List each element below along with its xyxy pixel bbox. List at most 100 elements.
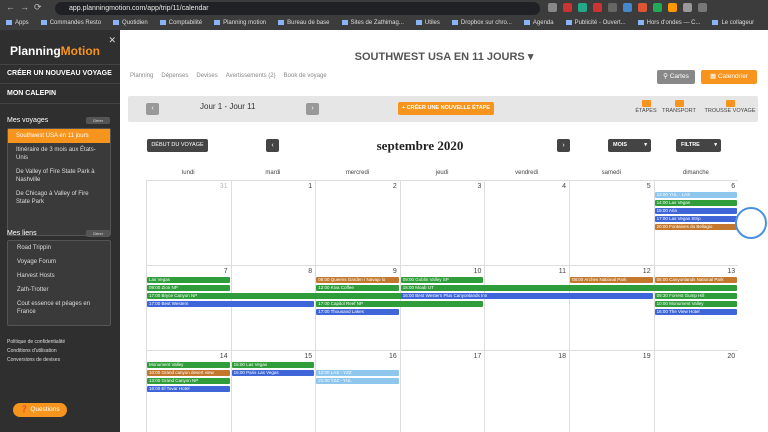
trip-item[interactable]: Itinéraire de 3 mois aux États-Unis bbox=[8, 143, 110, 165]
link-item[interactable]: Zath-Trotter bbox=[8, 283, 110, 297]
calendar-event[interactable]: 20:00 Fontaines du Bellagio bbox=[654, 224, 738, 230]
browser-chrome: ← → ⟳ app.planningmotion.com/app/trip/11… bbox=[0, 0, 768, 30]
calendar-event[interactable]: 08:00 Queens Garden / Navajo lo bbox=[316, 277, 399, 283]
reload-icon[interactable]: ⟳ bbox=[34, 2, 42, 13]
day-cell[interactable]: 11 bbox=[484, 265, 569, 350]
bookmark[interactable]: Commandes Resto bbox=[41, 20, 101, 27]
filter-select[interactable]: FILTRE ▾ bbox=[676, 139, 721, 152]
calendar-event[interactable]: 16:00 Paris Las Vegas bbox=[231, 370, 315, 376]
calendar-event[interactable]: Las Vegas bbox=[147, 277, 230, 283]
trip-item[interactable]: De Valley of Fire State Park à Nashville bbox=[8, 165, 110, 187]
link-item[interactable]: Voyage Forum bbox=[8, 255, 110, 269]
calendar-event[interactable]: 09:00 Zion NP bbox=[147, 285, 230, 291]
bookmark[interactable]: Planning motion bbox=[214, 20, 266, 27]
next-days-button[interactable]: › bbox=[306, 103, 319, 115]
day-cell[interactable]: 8 bbox=[230, 265, 316, 350]
url-bar[interactable]: app.planningmotion.com/app/trip/11/calen… bbox=[55, 2, 540, 15]
calendar-event[interactable]: 16:00 Best Western Plus Canyonlands Inn bbox=[400, 293, 653, 299]
day-cell[interactable]: 16 bbox=[315, 350, 400, 432]
day-cell[interactable]: 20 bbox=[653, 350, 739, 432]
back-icon[interactable]: ← bbox=[6, 2, 15, 12]
questions-button[interactable]: ❓ Questions bbox=[13, 403, 67, 417]
currency-link[interactable]: Conversions de devises bbox=[7, 357, 60, 363]
day-cell[interactable]: 17 bbox=[399, 350, 485, 432]
calendar-event[interactable]: 17:00 Thousand Lakes bbox=[316, 309, 399, 315]
link-item[interactable]: Cout essence et péages en France bbox=[8, 297, 110, 319]
trip-item[interactable]: De Chicago à Valley of Fire State Park bbox=[8, 187, 110, 209]
calendar-event[interactable]: 17:00 Capitol Reef NP bbox=[316, 301, 484, 307]
tab-depenses[interactable]: Dépenses bbox=[161, 73, 188, 79]
calendar-event[interactable]: 12:00 Kiva Coffee bbox=[316, 285, 399, 291]
calepin-link[interactable]: MON CALEPIN bbox=[7, 90, 56, 97]
day-cell[interactable]: 5 bbox=[569, 180, 654, 265]
day-cell[interactable]: 19 bbox=[569, 350, 654, 432]
calendar-event[interactable]: 21:00 YZZ - YUL bbox=[316, 378, 399, 384]
calendar-event[interactable]: 15:00 Moab UT bbox=[400, 285, 738, 291]
day-number: 13 bbox=[727, 268, 736, 275]
calendar-event[interactable]: 14:00 Las Vegas bbox=[654, 200, 738, 206]
create-trip-link[interactable]: CRÉER UN NOUVEAU VOYAGE bbox=[7, 70, 112, 77]
bookmark[interactable]: Apps bbox=[6, 20, 29, 27]
tab-planning[interactable]: Planning bbox=[130, 73, 153, 79]
day-cell[interactable]: 2 bbox=[315, 180, 400, 265]
calendar-event[interactable]: 16:00 The View Hotel bbox=[654, 309, 738, 315]
calendar-event[interactable]: 17:00 Best Western bbox=[147, 301, 315, 307]
view-select[interactable]: MOIS ▾ bbox=[608, 139, 651, 152]
calendar-event[interactable]: 09:00 Goblin Valley SP bbox=[400, 277, 484, 283]
tool-transport[interactable]: TRANSPORT bbox=[658, 99, 700, 119]
maps-button[interactable]: ⚲ Cartes bbox=[657, 70, 695, 84]
trip-item[interactable]: Southwest USA en 11 jours bbox=[8, 129, 110, 143]
day-cell[interactable]: 1 bbox=[230, 180, 316, 265]
tab-avertissements[interactable]: Avertissements (2) bbox=[226, 73, 276, 79]
calendar-event[interactable]: 12:00 LAS - YZZ bbox=[316, 370, 399, 376]
bookmark[interactable]: Utiles bbox=[416, 20, 440, 27]
calendar-event[interactable]: Monument Valley bbox=[147, 362, 230, 368]
manage-trips-button[interactable]: Gérer bbox=[86, 117, 110, 124]
calendar-event[interactable]: 12:00 YUL - LAS bbox=[654, 192, 738, 198]
bookmark[interactable]: Hors d'ondes — C... bbox=[638, 20, 701, 27]
calendar-event[interactable]: 08:00 Arches National Park bbox=[570, 277, 653, 283]
trip-tabs: Planning Dépenses Devises Avertissements… bbox=[130, 73, 327, 79]
bookmarks-bar: Apps Commandes Resto Quotidien Comptabilité… bbox=[0, 17, 768, 30]
weekday-header: mardi bbox=[265, 170, 281, 176]
tab-devises[interactable]: Devises bbox=[196, 73, 217, 79]
calendar-event[interactable]: 17:00 Las Vegas Strip bbox=[654, 216, 738, 222]
trip-start-button[interactable]: DÉBUT DU VOYAGE bbox=[147, 139, 208, 152]
bookmark[interactable]: Publicité - Ouvert... bbox=[566, 20, 626, 27]
day-cell[interactable]: 31 bbox=[146, 180, 231, 265]
close-icon[interactable]: ✕ bbox=[108, 35, 116, 46]
bookmark[interactable]: Sites de Zathimag... bbox=[342, 20, 404, 27]
manage-links-button[interactable]: Gérer bbox=[86, 230, 110, 237]
terms-link[interactable]: Conditions d'utilisation bbox=[7, 348, 57, 354]
privacy-link[interactable]: Politique de confidentialité bbox=[7, 339, 65, 345]
trip-title[interactable]: SOUTHWEST USA EN 11 JOURS ▾ bbox=[120, 50, 768, 63]
calendar-event[interactable]: 13:00 Grand Canyon NP bbox=[147, 378, 230, 384]
bookmark[interactable]: Le collageur bbox=[712, 20, 754, 27]
link-item[interactable]: Harvest Hosts bbox=[8, 269, 110, 283]
bookmark[interactable]: Bureau de base bbox=[278, 20, 329, 27]
day-cell[interactable]: 18 bbox=[484, 350, 569, 432]
bookmark[interactable]: Quotidien bbox=[113, 20, 148, 27]
calendar-event[interactable]: 15:00 Aria bbox=[654, 208, 738, 214]
bookmark[interactable]: Dropbox sur chro... bbox=[452, 20, 512, 27]
tool-trousse[interactable]: TROUSSE VOYAGE bbox=[703, 99, 757, 119]
link-item[interactable]: Road Trippin bbox=[8, 241, 110, 255]
calendar-event[interactable]: 16:00 El Tovar Hotel bbox=[147, 386, 230, 392]
bookmark[interactable]: Agenda bbox=[524, 20, 554, 27]
bookmark[interactable]: Comptabilité bbox=[160, 20, 202, 27]
calendar-event[interactable]: 15:00 Las Vegas bbox=[231, 362, 315, 368]
day-number: 18 bbox=[558, 353, 566, 360]
calendar-event[interactable]: 09:30 Forrest Gump Hill bbox=[654, 293, 738, 299]
next-month-button[interactable]: › bbox=[557, 139, 570, 152]
new-step-button[interactable]: + CRÉER UNE NOUVELLE ÉTAPE bbox=[398, 102, 494, 115]
tab-book[interactable]: Book de voyage bbox=[284, 73, 327, 79]
day-cell[interactable]: 4 bbox=[484, 180, 569, 265]
prev-month-button[interactable]: ‹ bbox=[266, 139, 279, 152]
day-cell[interactable]: 3 bbox=[399, 180, 485, 265]
prev-days-button[interactable]: ‹ bbox=[146, 103, 159, 115]
calendar-event[interactable]: 10:00 Grand canyon desert view bbox=[147, 370, 230, 376]
calendar-event[interactable]: 06:00 Canyonlands National Park bbox=[654, 277, 738, 283]
calendar-event[interactable]: 10:00 Monument Valley bbox=[654, 301, 738, 307]
calendar-button[interactable]: ▦ Calendrier bbox=[701, 70, 757, 84]
forward-icon[interactable]: → bbox=[20, 2, 29, 12]
